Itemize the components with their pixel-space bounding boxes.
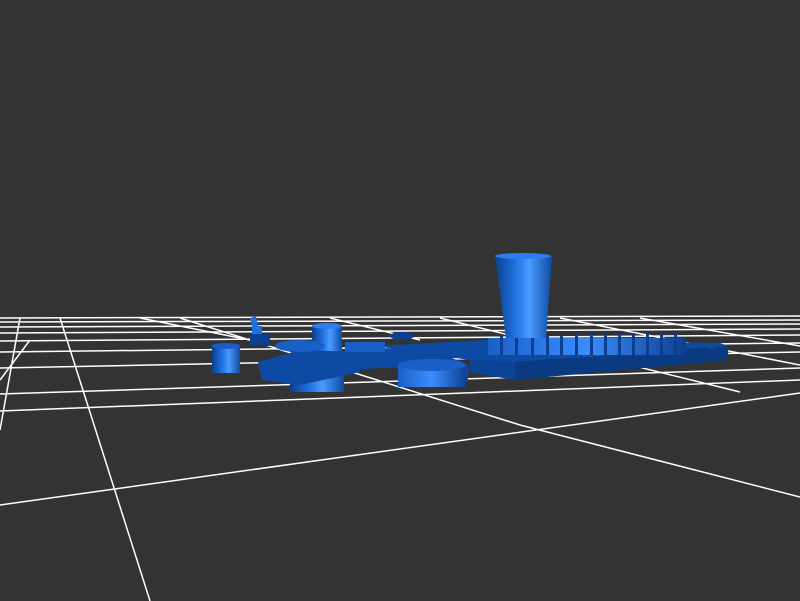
left-cylinder-top [212, 343, 240, 349]
main-cylinder-top [312, 323, 342, 329]
model[interactable] [212, 253, 728, 392]
left-base-ring [275, 340, 325, 352]
arm-end-top [398, 359, 466, 371]
hook-base [250, 334, 270, 346]
left-base [258, 350, 360, 385]
tapered-post-top [495, 253, 551, 259]
3d-viewport[interactable] [0, 0, 800, 601]
base-plate-side [468, 360, 515, 380]
connector-knob [390, 332, 414, 340]
left-cylinder [212, 346, 240, 373]
connector-block [345, 342, 385, 352]
